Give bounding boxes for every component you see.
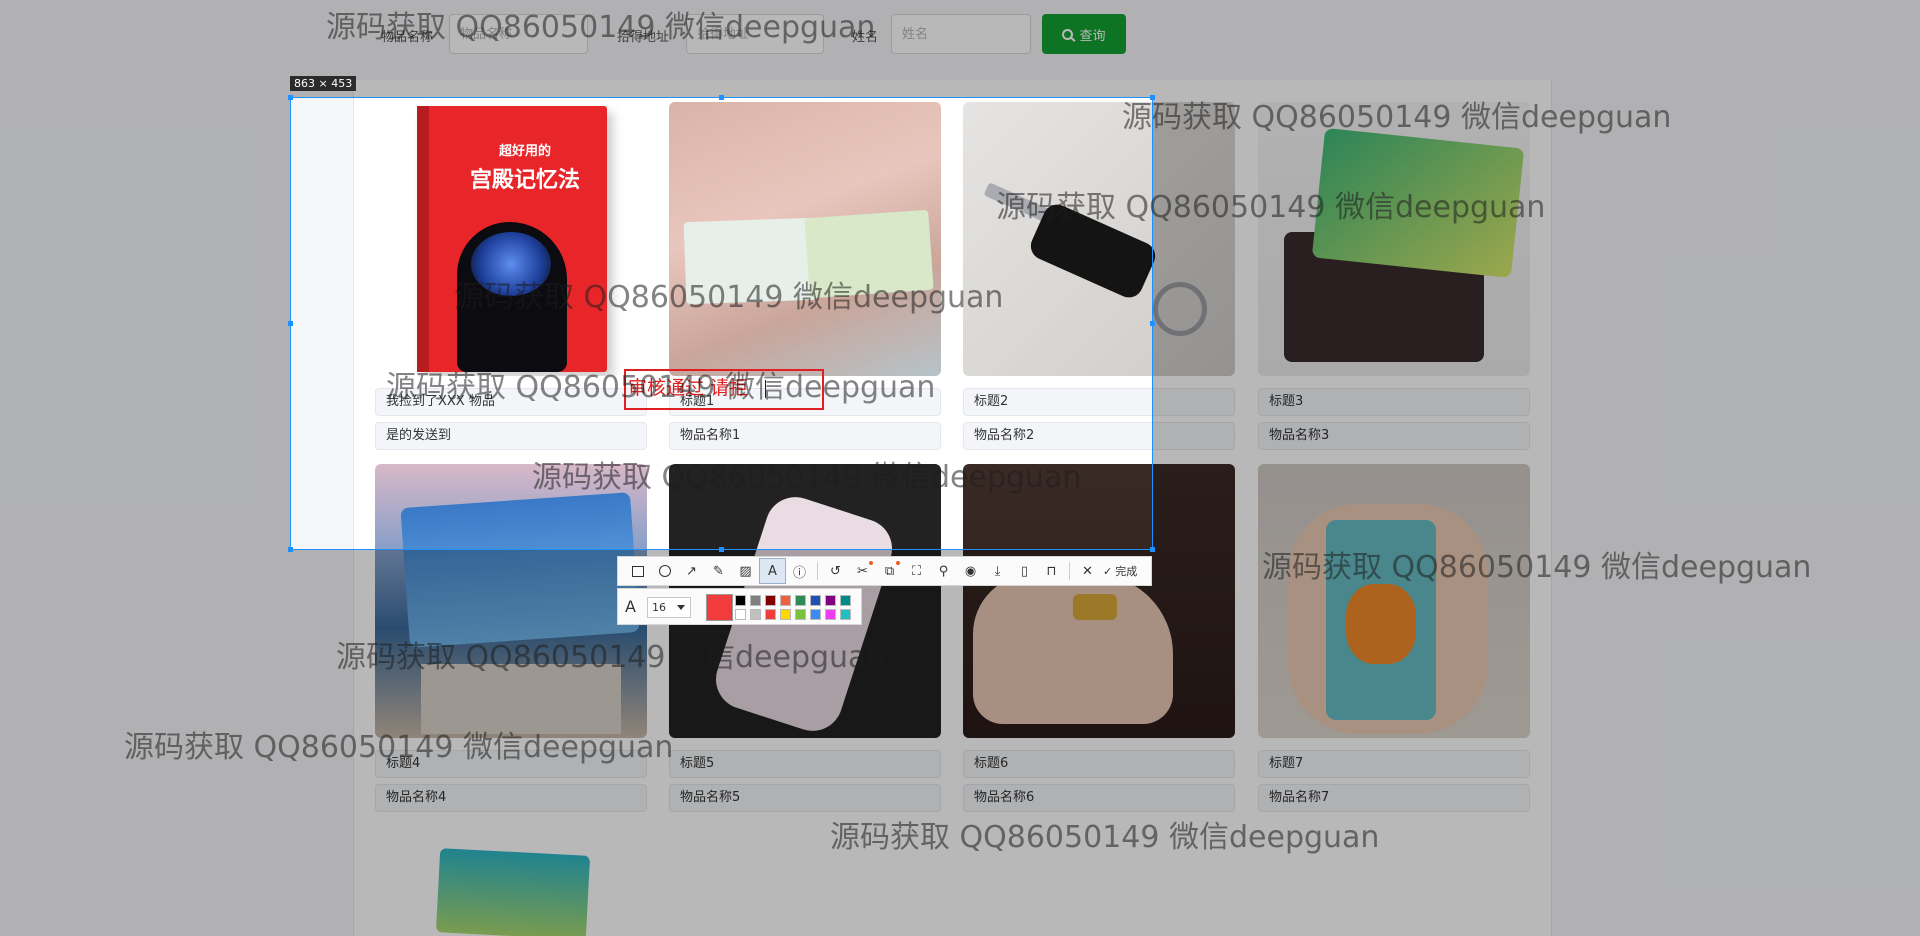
text-icon[interactable]: A <box>759 558 786 584</box>
screen-mask <box>0 550 1920 936</box>
close-icon[interactable]: ✕ <box>1074 558 1101 584</box>
pen-icon[interactable]: ✎ <box>705 558 732 584</box>
text-cursor <box>765 380 766 398</box>
resize-handle[interactable] <box>288 547 293 552</box>
color-swatch[interactable] <box>840 609 851 620</box>
color-swatch[interactable] <box>825 609 836 620</box>
color-swatch[interactable] <box>765 595 776 606</box>
color-swatch[interactable] <box>780 595 791 606</box>
selection-frame[interactable] <box>290 97 1153 550</box>
current-color-swatch[interactable] <box>706 594 733 621</box>
color-swatch[interactable] <box>795 595 806 606</box>
color-swatch[interactable] <box>840 595 851 606</box>
pin-icon[interactable]: ⚲ <box>930 558 957 584</box>
save-icon[interactable]: ⤓ <box>984 558 1011 584</box>
record-icon[interactable]: ◉ <box>957 558 984 584</box>
color-swatch[interactable] <box>750 595 761 606</box>
resize-handle[interactable] <box>288 95 293 100</box>
text-style-toolbar: A 16 <box>617 588 862 625</box>
color-swatch[interactable] <box>735 595 746 606</box>
color-swatch[interactable] <box>825 595 836 606</box>
undo-icon[interactable]: ↺ <box>822 558 849 584</box>
scroll-capture-icon[interactable]: ⛶ <box>903 558 930 584</box>
annotation-text[interactable]: 审核通过 请拒 <box>628 378 748 398</box>
copy-text-icon[interactable]: ⧉ <box>876 558 903 584</box>
screenshot-toolbar: ↗ ✎ ▨ A ⓘ ↺ ✂ ⧉ ⛶ ⚲ ◉ ⤓ ▯ ⊓ ✕ ✓ 完成 <box>617 556 1152 586</box>
color-swatch[interactable] <box>810 609 821 620</box>
color-swatch[interactable] <box>750 609 761 620</box>
resize-handle[interactable] <box>719 547 724 552</box>
selection-size-label: 863 × 453 <box>290 76 357 91</box>
screen-mask <box>0 97 290 550</box>
color-swatch[interactable] <box>735 609 746 620</box>
serial-number-icon[interactable]: ⓘ <box>786 558 813 584</box>
color-swatch[interactable] <box>810 595 821 606</box>
font-size-value: 16 <box>652 601 666 614</box>
done-button[interactable]: ✓ 完成 <box>1103 563 1137 579</box>
chevron-down-icon <box>677 605 685 610</box>
arrow-icon[interactable]: ↗ <box>678 558 705 584</box>
phone-icon[interactable]: ▯ <box>1011 558 1038 584</box>
color-swatch[interactable] <box>765 609 776 620</box>
resize-handle[interactable] <box>1150 95 1155 100</box>
mosaic-icon[interactable]: ▨ <box>732 558 759 584</box>
rectangle-icon[interactable] <box>624 558 651 584</box>
screen-mask <box>1153 97 1920 550</box>
toolbar-divider <box>1069 562 1070 580</box>
ellipse-icon[interactable] <box>651 558 678 584</box>
resize-handle[interactable] <box>1150 321 1155 326</box>
font-icon: A <box>625 597 636 616</box>
resize-handle[interactable] <box>1150 547 1155 552</box>
resize-handle[interactable] <box>288 321 293 326</box>
done-button-label: 完成 <box>1115 565 1138 578</box>
color-swatch[interactable] <box>780 609 791 620</box>
bookmark-icon[interactable]: ⊓ <box>1038 558 1065 584</box>
resize-handle[interactable] <box>719 95 724 100</box>
font-size-select[interactable]: 16 <box>647 597 691 618</box>
toolbar-divider <box>817 562 818 580</box>
ocr-icon[interactable]: ✂ <box>849 558 876 584</box>
color-swatch[interactable] <box>795 609 806 620</box>
screen-mask <box>0 0 1920 97</box>
check-icon: ✓ <box>1103 564 1113 578</box>
